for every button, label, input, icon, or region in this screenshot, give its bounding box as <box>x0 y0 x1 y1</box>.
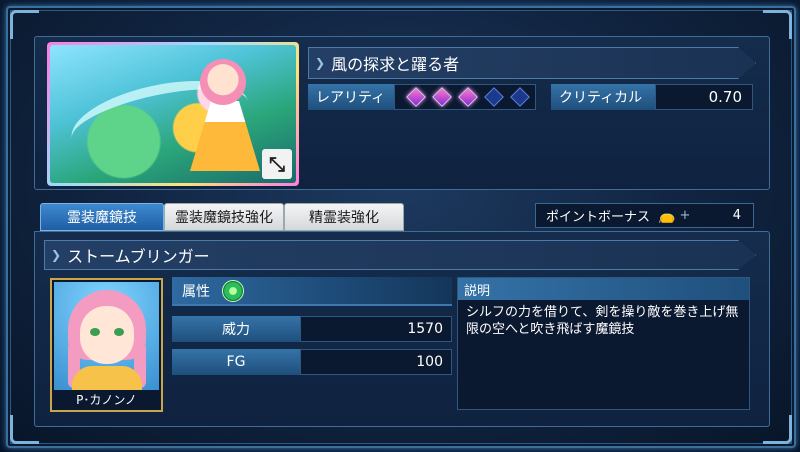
critical-label: クリティカル <box>551 84 655 110</box>
rarity-row: レアリティ <box>308 84 536 110</box>
chevron-right-icon: ❯ <box>51 248 62 262</box>
power-row: 威力 1570 <box>172 316 452 342</box>
character-name: P･カノンノ <box>54 390 159 408</box>
rarity-gems <box>394 84 536 110</box>
character-head <box>200 59 246 105</box>
point-bonus: ポイントボーナス 👝 + 4 <box>535 203 754 228</box>
tab-skill-enhance[interactable]: 霊装魔鏡技強化 <box>164 203 284 231</box>
description-text: シルフの力を借りて、剣を操り敵を巻き上げ無限の空へと吹き飛ばす魔鏡技 <box>466 305 739 337</box>
rarity-gem-icon <box>458 87 478 107</box>
skill-name-bar: ❯ ストームブリンガー <box>44 240 756 270</box>
attribute-label: 属性 <box>182 283 210 300</box>
power-label: 威力 <box>172 316 300 342</box>
attribute-row: 属性 <box>172 277 452 306</box>
card-title: 風の探求と躍る者 <box>331 55 460 74</box>
card-title-bar: ❯ 風の探求と躍る者 <box>308 47 756 79</box>
rarity-label: レアリティ <box>308 84 394 110</box>
chevron-right-icon: ❯ <box>315 56 326 70</box>
critical-value: 0.70 <box>655 84 753 110</box>
skill-name: ストームブリンガー <box>67 247 210 266</box>
portrait-eye <box>90 328 100 336</box>
wind-attribute-icon <box>222 279 244 302</box>
expand-button[interactable]: ⤡ <box>262 149 292 179</box>
description-box: 説明 シルフの力を借りて、剣を操り敵を巻き上げ無限の空へと吹き飛ばす魔鏡技 <box>457 277 750 410</box>
point-bonus-value: 4 <box>732 208 741 223</box>
fg-value: 100 <box>300 349 452 375</box>
portrait-body <box>72 366 142 390</box>
expand-arrows-icon: ⤡ <box>269 152 285 176</box>
portrait-eye <box>114 328 124 336</box>
rarity-gem-icon <box>406 87 426 107</box>
point-bonus-plus: + <box>679 208 691 223</box>
tab-skill[interactable]: 霊装魔鏡技 <box>40 203 164 231</box>
fg-label: FG <box>172 349 300 375</box>
power-value: 1570 <box>300 316 452 342</box>
point-bonus-label: ポイントボーナス <box>546 210 651 225</box>
card-illustration: ⤡ <box>50 45 296 183</box>
portrait-image <box>54 282 159 390</box>
rarity-gem-icon <box>432 87 452 107</box>
card-artwork[interactable]: ⤡ <box>47 42 299 186</box>
portrait-face <box>80 306 134 364</box>
rarity-gem-icon <box>484 87 504 107</box>
tab-equipment-enhance[interactable]: 精霊装強化 <box>284 203 404 231</box>
fg-row: FG 100 <box>172 349 452 375</box>
critical-row: クリティカル 0.70 <box>551 84 753 110</box>
description-label: 説明 <box>458 278 749 300</box>
character-portrait[interactable]: P･カノンノ <box>50 278 163 412</box>
bag-icon: 👝 <box>658 207 676 224</box>
rarity-gem-icon <box>510 87 530 107</box>
